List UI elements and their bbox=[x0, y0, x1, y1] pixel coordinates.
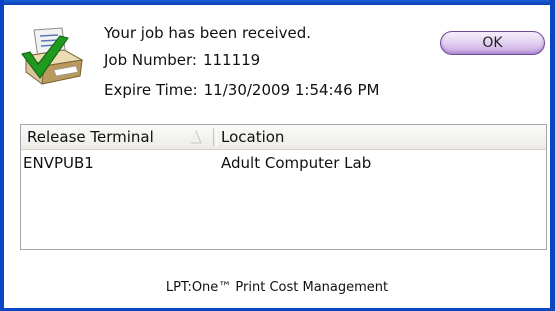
ok-button[interactable]: OK bbox=[440, 31, 545, 55]
window-frame-right bbox=[550, 0, 555, 311]
job-received-message: Your job has been received. bbox=[104, 24, 312, 42]
column-header-location[interactable]: Location bbox=[221, 125, 284, 149]
printer-with-checkmark-icon bbox=[21, 27, 84, 85]
column-header-release-terminal[interactable]: Release Terminal bbox=[27, 125, 154, 149]
sort-ascending-icon[interactable] bbox=[189, 129, 203, 145]
job-received-dialog: Your job has been received. Job Number: 1… bbox=[4, 5, 550, 308]
expire-time-row: Expire Time: 11/30/2009 1:54:46 PM bbox=[104, 81, 379, 99]
expire-time-value: 11/30/2009 1:54:46 PM bbox=[203, 81, 380, 99]
cell-release-terminal: ENVPUB1 bbox=[23, 154, 94, 172]
column-divider[interactable] bbox=[213, 128, 217, 146]
footer-brand-text: LPT:One™ Print Cost Management bbox=[165, 280, 389, 295]
job-number-row: Job Number: 111119 bbox=[104, 51, 260, 69]
cell-location: Adult Computer Lab bbox=[221, 154, 372, 172]
table-row[interactable]: ENVPUB1 Adult Computer Lab bbox=[21, 152, 546, 174]
job-number-value: 111119 bbox=[202, 51, 261, 69]
expire-time-label: Expire Time: bbox=[104, 81, 198, 99]
table-header: Release Terminal Location bbox=[21, 125, 546, 150]
job-number-label: Job Number: bbox=[104, 51, 197, 69]
release-terminal-table: Release Terminal Location ENVPUB1 Adult … bbox=[20, 124, 547, 250]
